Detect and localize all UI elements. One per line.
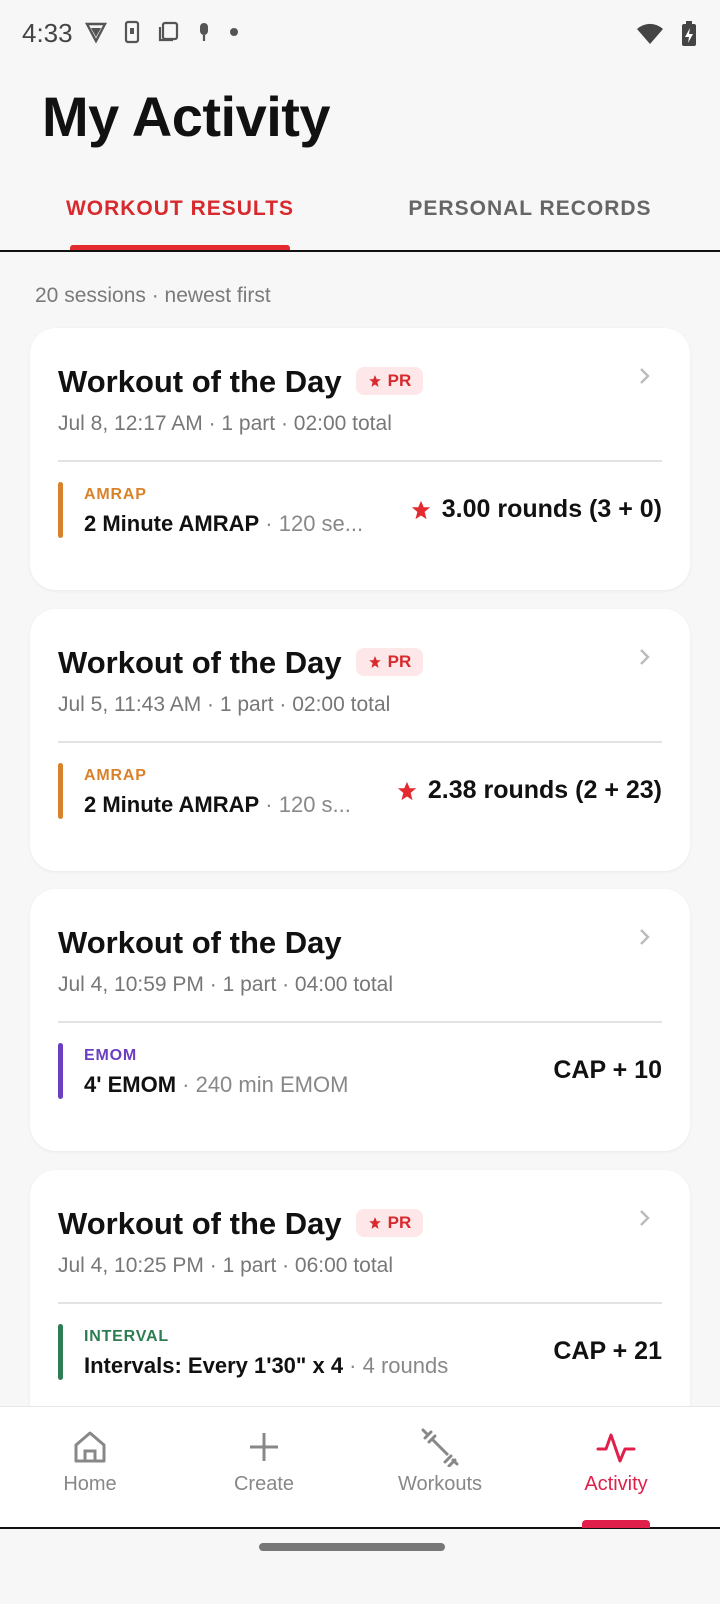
score-text: 2.38 rounds (2 + 23) (427, 776, 662, 804)
plus-icon (250, 1433, 278, 1461)
nav-activity[interactable]: Activity (526, 1407, 706, 1527)
dumbbell-icon (421, 1428, 459, 1467)
active-tab-indicator (70, 245, 290, 250)
workout-result-card[interactable]: Workout of the Day PR Jul 8, 12:17 AM · 1… (30, 328, 690, 590)
card-divider (58, 741, 662, 743)
home-icon (74, 1431, 106, 1463)
score-value: 2.38 rounds (2 + 23) (396, 776, 662, 805)
chevron-right-icon (640, 649, 650, 665)
workout-date-summary: Jul 4, 10:25 PM · 1 part · 06:00 total (58, 1254, 394, 1277)
part-description: · 240 min EMOM (176, 1072, 349, 1097)
part-name: 4' EMOM (84, 1072, 177, 1097)
workout-date-summary: Jul 5, 11:43 AM · 1 part · 02:00 total (58, 693, 391, 716)
chevron-right-icon (640, 929, 650, 945)
workout-result-card[interactable]: Workout of the Day PR Jul 5, 11:43 AM · 1… (30, 609, 690, 871)
nav-create[interactable]: Create (174, 1407, 354, 1527)
part-name: 2 Minute AMRAP (84, 511, 260, 536)
gesture-home-bar[interactable] (259, 1543, 445, 1551)
part-name: Intervals: Every 1'30" x 4 (84, 1353, 344, 1378)
chevron-right-icon (640, 1210, 650, 1226)
part-type-label: EMOM (84, 1047, 137, 1064)
part-color-bar (58, 1324, 63, 1380)
workout-result-card[interactable]: Workout of the Day Jul 4, 10:59 PM · 1 p… (30, 889, 690, 1151)
part-line: 2 Minute AMRAP · 120 s... (84, 792, 369, 818)
nav-home-label: Home (63, 1473, 117, 1495)
part-description: · 120 se... (259, 511, 364, 536)
session-count-text: 20 sessions · newest first (35, 284, 271, 307)
card-title-row: Workout of the Day PR (58, 645, 424, 681)
part-description: · 120 s... (259, 792, 351, 817)
copy-icon (158, 21, 179, 42)
active-nav-indicator (582, 1520, 650, 1528)
pr-star-icon (397, 781, 417, 800)
part-description: · 4 rounds (343, 1353, 449, 1378)
pr-badge: PR (355, 647, 424, 676)
microphone-icon (200, 23, 208, 41)
part-color-bar (58, 1043, 63, 1099)
card-title-row: Workout of the Day PR (58, 1206, 424, 1242)
nav-home[interactable]: Home (0, 1407, 180, 1527)
part-line: 2 Minute AMRAP · 120 se... (84, 511, 384, 537)
card-divider (58, 1302, 662, 1304)
dot-icon (230, 28, 238, 36)
wifi-icon (637, 23, 663, 44)
vpn-shield-icon (85, 22, 107, 44)
status-system-icons (636, 20, 698, 48)
tab-workout-results[interactable]: WORKOUT RESULTS (40, 168, 320, 250)
star-icon (368, 655, 381, 668)
pr-badge-label: PR (387, 1212, 412, 1232)
nav-workouts[interactable]: Workouts (350, 1407, 530, 1527)
tab-bar: WORKOUT RESULTS PERSONAL RECORDS (0, 168, 720, 252)
pr-badge-label: PR (387, 370, 412, 390)
part-color-bar (58, 763, 63, 819)
pr-badge: PR (355, 366, 424, 395)
score-text: CAP + 10 (553, 1056, 662, 1084)
status-notification-icons (84, 20, 240, 44)
workout-date-summary: Jul 8, 12:17 AM · 1 part · 02:00 total (58, 412, 392, 435)
score-value: 3.00 rounds (3 + 0) (410, 495, 662, 524)
card-title-row: Workout of the Day (58, 925, 342, 961)
pr-badge: PR (355, 1208, 424, 1237)
nav-workouts-label: Workouts (397, 1473, 483, 1495)
star-icon (368, 374, 381, 387)
part-type-label: AMRAP (84, 486, 147, 503)
part-line: Intervals: Every 1'30" x 4 · 4 rounds (84, 1353, 524, 1379)
nav-activity-label: Activity (584, 1473, 648, 1495)
workout-result-card[interactable]: Workout of the Day PR Jul 4, 10:25 PM · 1… (30, 1170, 690, 1430)
pr-star-icon (411, 500, 430, 519)
status-bar: 4:33 (0, 0, 720, 70)
part-type-label: INTERVAL (84, 1328, 169, 1345)
workout-date-summary: Jul 4, 10:59 PM · 1 part · 04:00 total (58, 973, 394, 996)
score-text: CAP + 21 (553, 1337, 662, 1365)
part-name: 2 Minute AMRAP (84, 792, 260, 817)
activity-pulse-icon (596, 1433, 636, 1463)
part-color-bar (58, 482, 63, 538)
nav-create-label: Create (233, 1473, 295, 1495)
battery-charging-icon (682, 21, 696, 46)
bottom-navigation: Home Create Workouts Activity (0, 1406, 720, 1529)
part-type-label: AMRAP (84, 767, 147, 784)
status-time: 4:33 (22, 18, 73, 48)
card-title-row: Workout of the Day PR (58, 364, 424, 400)
workout-title: Workout of the Day (58, 645, 342, 680)
chevron-right-icon (640, 368, 650, 384)
tab-personal-records[interactable]: PERSONAL RECORDS (390, 168, 670, 250)
workout-title: Workout of the Day (58, 925, 342, 960)
card-divider (58, 1021, 662, 1023)
pr-badge-label: PR (387, 651, 412, 671)
score-text: 3.00 rounds (3 + 0) (441, 495, 662, 523)
page-title: My Activity (42, 85, 331, 148)
score-value: CAP + 10 (553, 1056, 662, 1085)
phone-icon (124, 20, 140, 44)
part-line: 4' EMOM · 240 min EMOM (84, 1072, 504, 1098)
score-value: CAP + 21 (553, 1337, 662, 1366)
workout-title: Workout of the Day (58, 1206, 342, 1241)
card-divider (58, 460, 662, 462)
workout-title: Workout of the Day (58, 364, 342, 399)
star-icon (368, 1216, 381, 1229)
